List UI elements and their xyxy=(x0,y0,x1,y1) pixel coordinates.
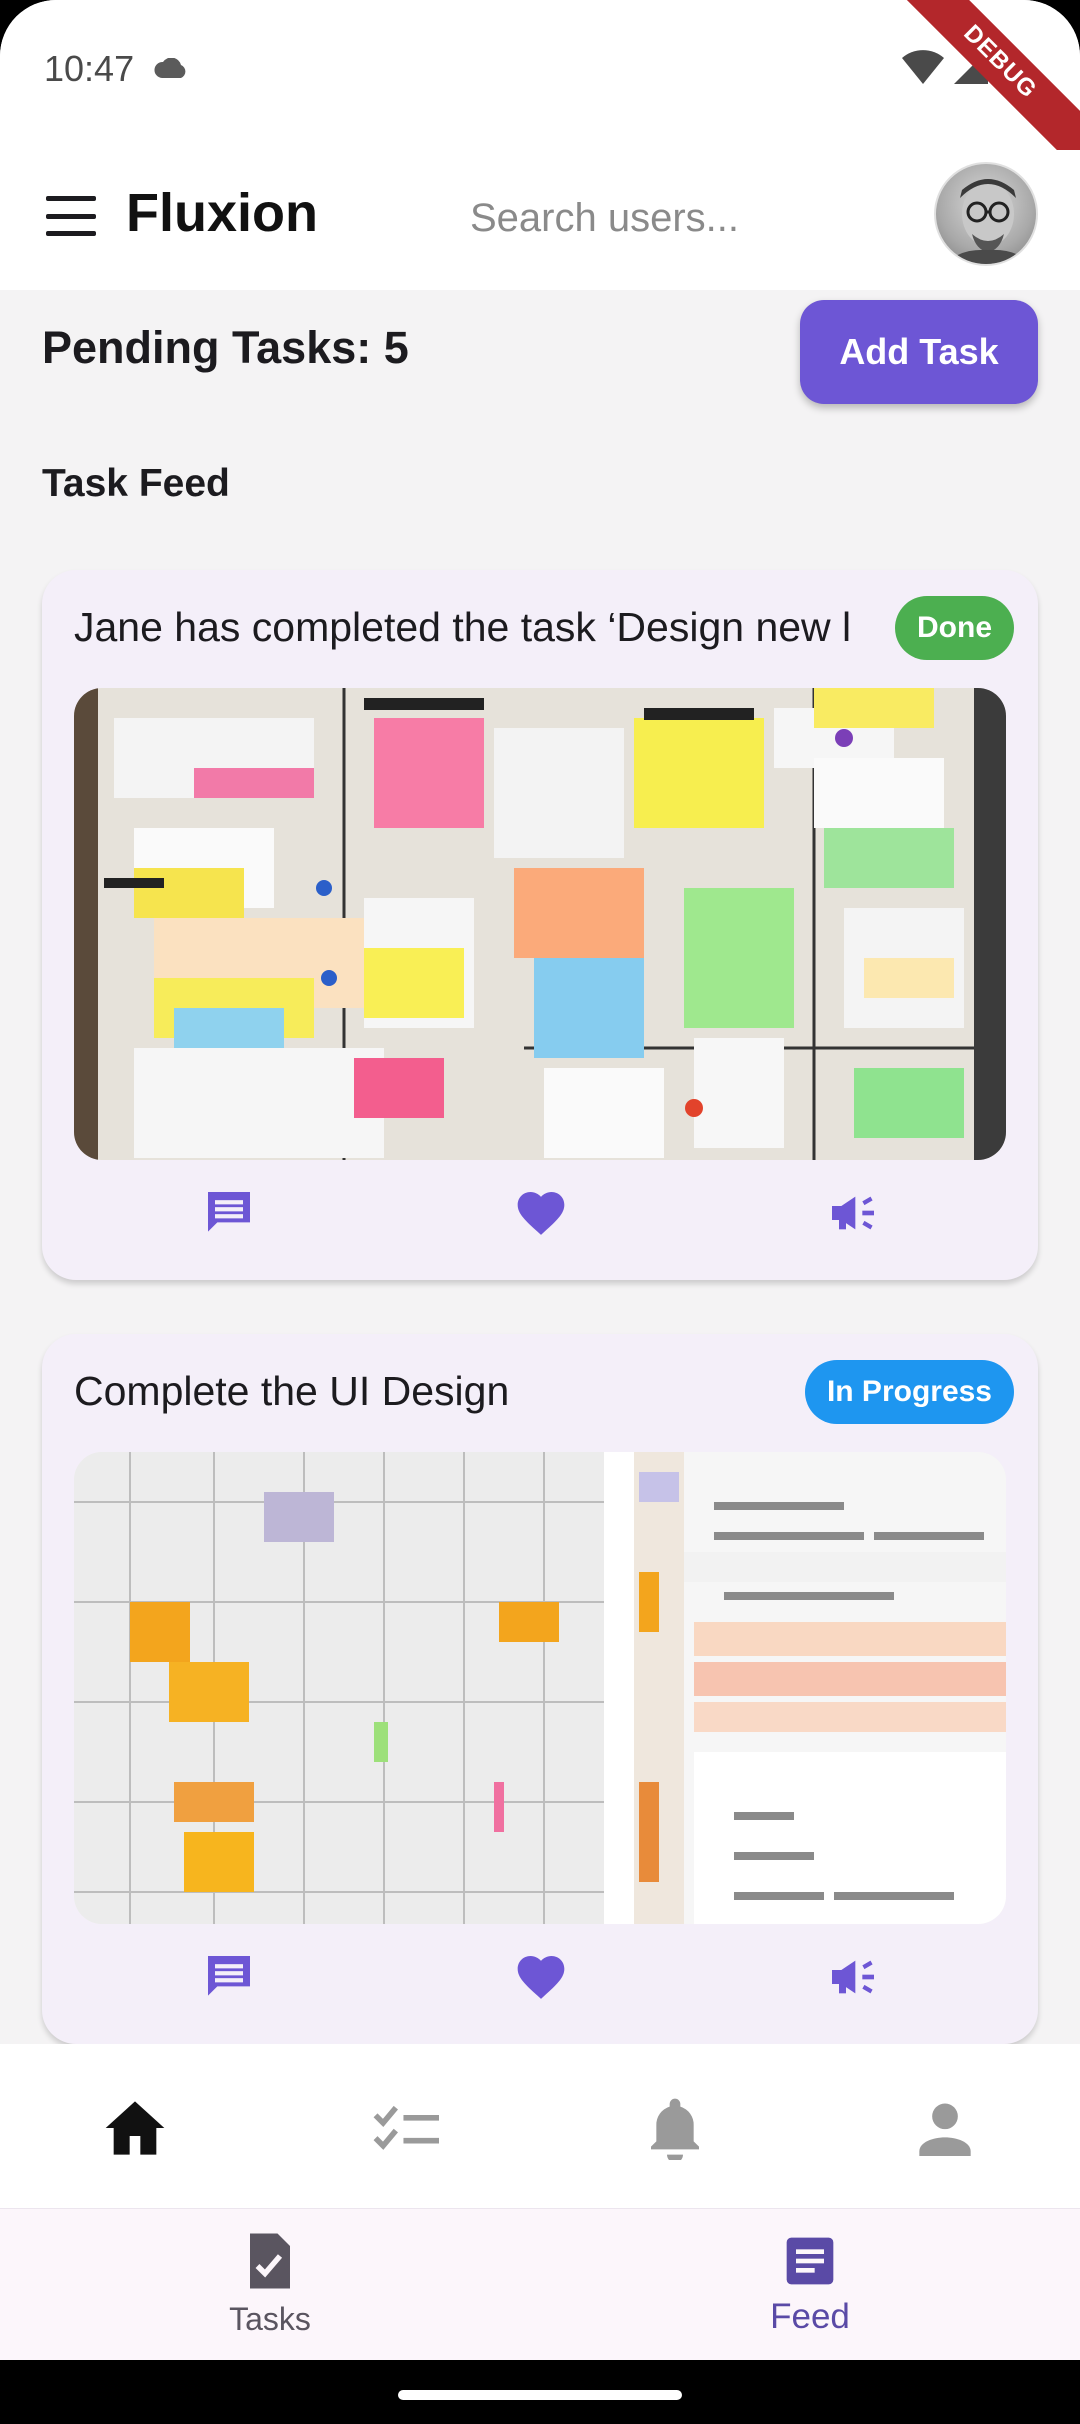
tab-feed-label: Feed xyxy=(770,2297,850,2336)
megaphone-icon[interactable] xyxy=(818,1178,888,1248)
ui-design-image xyxy=(74,1452,1006,1924)
feed-card-text: Jane has completed the task ‘Design new … xyxy=(74,604,852,650)
comment-icon[interactable] xyxy=(194,1942,264,2012)
pending-tasks-count: Pending Tasks: 5 xyxy=(42,322,409,373)
status-bar: 10:47 DEBUG xyxy=(0,0,1080,184)
tab-feed[interactable]: Feed xyxy=(540,2209,1080,2361)
bell-icon[interactable] xyxy=(635,2088,715,2168)
app-bar: Fluxion xyxy=(0,150,1080,290)
add-task-button[interactable]: Add Task xyxy=(800,300,1038,404)
status-badge: Done xyxy=(895,596,1014,660)
cloud-icon xyxy=(154,58,186,78)
task-board-image xyxy=(74,688,1006,1160)
status-badge: In Progress xyxy=(804,1360,1014,1424)
comment-icon[interactable] xyxy=(194,1178,264,1248)
article-icon xyxy=(786,2237,834,2285)
feed-card: Complete the UI Design In Progress xyxy=(42,1334,1038,2044)
gesture-bar xyxy=(0,2360,1080,2424)
status-time: 10:47 xyxy=(44,48,135,89)
heart-icon[interactable] xyxy=(506,1178,576,1248)
tab-tasks[interactable]: Tasks xyxy=(0,2209,540,2361)
search-users-input[interactable] xyxy=(470,186,910,250)
checklist-icon[interactable] xyxy=(366,2088,446,2168)
feed-card: Jane has completed the task ‘Design new … xyxy=(42,570,1038,1280)
menu-icon[interactable] xyxy=(46,196,96,236)
avatar-portrait-icon xyxy=(946,179,1030,264)
tab-tasks-label: Tasks xyxy=(229,2301,311,2337)
card-actions xyxy=(42,1178,1038,1248)
wifi-icon xyxy=(902,50,944,84)
megaphone-icon[interactable] xyxy=(818,1942,888,2012)
app-title: Fluxion xyxy=(126,183,318,243)
bottom-navigation: Tasks Feed xyxy=(0,2208,1080,2360)
heart-icon[interactable] xyxy=(506,1942,576,2012)
person-icon[interactable] xyxy=(905,2088,985,2168)
phone-screen: 10:47 DEBUG Fluxion Pending Tasks: 5 A xyxy=(0,0,1080,2424)
home-indicator[interactable] xyxy=(398,2390,682,2400)
user-avatar[interactable] xyxy=(934,162,1038,266)
card-actions xyxy=(42,1942,1038,2012)
home-icon[interactable] xyxy=(95,2088,175,2168)
task-feed-heading: Task Feed xyxy=(42,462,230,505)
task-document-icon xyxy=(250,2233,290,2289)
icon-nav-bar xyxy=(0,2044,1080,2208)
